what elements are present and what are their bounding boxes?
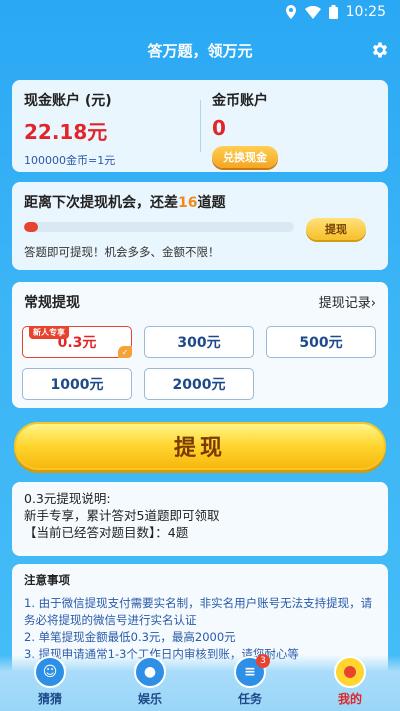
coin-balance: 0 [212,116,226,140]
amount-option-300[interactable]: 300元 [144,326,254,358]
location-icon [285,5,296,19]
check-icon: ✓ [118,346,132,358]
nav-item-mine[interactable]: 我的 [310,656,390,707]
progress-title-prefix: 距离下次提现机会，还差 [24,195,178,211]
task-badge: 3 [256,654,270,668]
coin-account-label: 金币账户 [212,93,268,109]
withdraw-title: 常规提现 [24,295,80,311]
withdraw-button[interactable]: 提现 [14,422,386,470]
nav-label: 娱乐 [137,692,162,706]
page-title: 答万题，领万元 [147,41,253,60]
nav-label: 猜猜 [37,692,62,706]
nav-label: 任务 [237,692,262,706]
account-card: 现金账户 (元) 22.18元 100000金币=1元 金币账户 0 兑换现金 [12,80,388,172]
explain-line-2: 新手专享，累计答对5道题即可领取 [24,508,220,523]
ball-icon: ● [134,656,166,688]
progress-bar [24,222,294,232]
withdraw-records-label: 提现记录 [318,296,371,311]
remaining-count: 16 [178,195,198,211]
smile-icon: ☺ [34,656,66,688]
chevron-right-icon: › [370,296,376,311]
exchange-cash-button[interactable]: 兑换现金 [212,146,278,168]
bottom-nav: ☺ 猜猜 ● 娱乐 ≡ 3 任务 我的 [0,654,400,711]
progress-card: 距离下次提现机会，还差16道题 答题即可提现！机会多多、金额不限！ 提现 [12,182,388,270]
withdraw-small-button[interactable]: 提现 [306,218,366,240]
status-bar: 10:25 [0,0,400,24]
progress-hint: 答题即可提现！机会多多、金额不限！ [24,245,220,259]
divider [200,100,201,152]
battery-icon [328,5,338,19]
explain-line-3: 【当前已经答对题目数】：4题 [24,525,189,540]
nav-label: 我的 [337,692,362,706]
note-item-1: 1. 由于微信提现支付需要实名制，非实名用户账号无法支持提现，请务必将提现的微信… [24,596,373,627]
amount-option-2000[interactable]: 2000元 [144,368,254,400]
profile-icon [334,656,366,688]
nav-item-tasks[interactable]: ≡ 3 任务 [210,654,290,707]
withdraw-options-card: 常规提现 提现记录› 新人专享 0.3元 ✓ 300元 500元 1000元 2… [12,282,388,408]
explain-line-1: 0.3元提现说明: [24,491,111,506]
withdraw-explanation: 0.3元提现说明: 新手专享，累计答对5道题即可领取 【当前已经答对题目数】：4… [12,482,388,556]
nav-item-guess[interactable]: ☺ 猜猜 [10,656,90,707]
progress-title: 距离下次提现机会，还差16道题 [24,192,225,212]
amount-label: 300元 [177,335,221,351]
cash-account-label: 现金账户 (元) [24,93,112,109]
cash-balance: 22.18元 [24,120,108,144]
amount-label: 500元 [299,335,343,351]
amount-option-500[interactable]: 500元 [266,326,376,358]
note-item-2: 2. 单笔提现金额最低0.3元，最高2000元 [24,630,236,644]
wifi-icon [304,5,321,19]
progress-fill [24,222,38,232]
amount-option-1000[interactable]: 1000元 [22,368,132,400]
status-time: 10:25 [345,4,386,20]
amount-label: 1000元 [50,377,104,393]
new-user-tag: 新人专享 [29,326,69,339]
notes-title: 注意事项 [24,573,70,587]
progress-title-suffix: 道题 [197,195,226,211]
withdraw-records-link[interactable]: 提现记录› [319,292,376,311]
nav-item-entertainment[interactable]: ● 娱乐 [110,656,190,707]
gear-icon[interactable] [370,40,390,60]
exchange-rate: 100000金币=1元 [24,154,116,167]
amount-option-0.3[interactable]: 新人专享 0.3元 ✓ [22,326,132,358]
amount-label: 2000元 [172,377,226,393]
